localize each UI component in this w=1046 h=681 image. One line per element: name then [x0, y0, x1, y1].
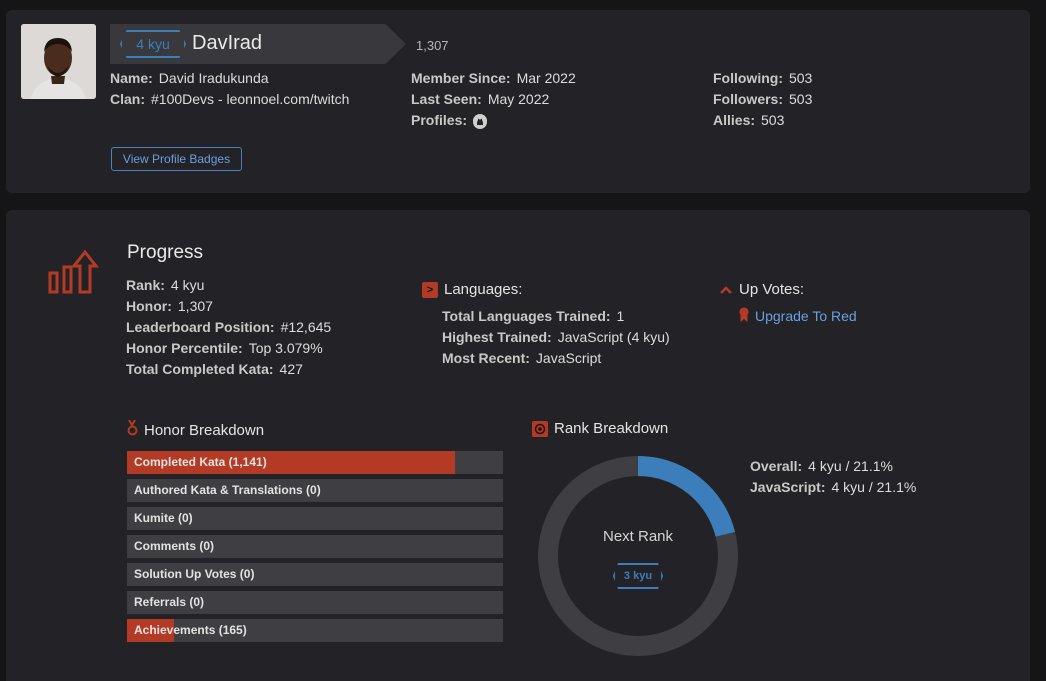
profile-dates-column: Member Since: Mar 2022 Last Seen: May 2022… [411, 68, 576, 131]
github-icon[interactable] [473, 113, 488, 129]
honor-breakdown-header: Honor Breakdown [127, 419, 265, 440]
honor-bar-label: Authored Kata & Translations (0) [134, 483, 321, 497]
chevron-up-icon [719, 282, 733, 298]
followers-label: Followers: [713, 91, 784, 107]
honor-bar: Referrals (0) [127, 591, 503, 614]
followers-value[interactable]: 503 [789, 91, 812, 107]
name-value: David Iradukunda [158, 70, 269, 86]
honor-bar: Achievements (165) [127, 619, 503, 642]
following-label: Following: [713, 70, 783, 86]
honor-bar-label: Solution Up Votes (0) [134, 567, 255, 581]
name-banner: 4 kyu DavIrad [110, 24, 406, 64]
upgrade-to-red-link[interactable]: Upgrade To Red [739, 307, 857, 325]
honor-bar: Kumite (0) [127, 507, 503, 530]
rank-breakdown-title: Rank Breakdown [554, 420, 669, 437]
medal-icon [127, 419, 138, 440]
honor-score: 1,307 [416, 38, 449, 53]
leaderboard-value: #12,645 [280, 319, 332, 335]
most-recent-label: Most Recent: [442, 350, 530, 366]
percentile-label: Honor Percentile: [126, 340, 243, 356]
social-stats-column: Following: 503 Followers: 503 Allies: 503 [713, 68, 812, 131]
clan-label: Clan: [110, 91, 145, 107]
honor-bar-label: Kumite (0) [134, 511, 193, 525]
completed-kata-value: 427 [279, 361, 303, 377]
terminal-icon: > [422, 281, 438, 298]
rank-progress-donut [538, 456, 738, 656]
rank-label: Rank: [126, 277, 165, 293]
next-rank-badge-text: 3 kyu [623, 570, 653, 582]
rank-badge: 4 kyu [120, 30, 186, 58]
total-languages-label: Total Languages Trained: [442, 308, 611, 324]
up-votes-title: Up Votes: [739, 281, 805, 298]
avatar[interactable] [21, 24, 96, 99]
next-rank-label: Next Rank [602, 528, 674, 545]
honor-breakdown-title: Honor Breakdown [144, 421, 265, 439]
progress-stats: Rank: 4 kyu Honor: 1,307 Leaderboard Posit… [126, 275, 331, 380]
javascript-value: 4 kyu / 21.1% [831, 479, 917, 495]
following-value[interactable]: 503 [789, 70, 812, 86]
up-votes-header: Up Votes: [719, 281, 804, 298]
highest-trained-label: Highest Trained: [442, 329, 552, 345]
name-label: Name: [110, 70, 153, 86]
honor-bar-label: Achievements (165) [134, 623, 247, 637]
member-since-label: Member Since: [411, 70, 511, 86]
overall-label: Overall: [750, 458, 803, 474]
ribbon-icon [739, 307, 749, 325]
last-seen-value: May 2022 [487, 91, 550, 107]
profiles-label: Profiles: [411, 112, 468, 128]
clan-value: #100Devs - leonnoel.com/twitch [151, 91, 350, 107]
member-since-value: Mar 2022 [516, 70, 576, 86]
honor-bar-label: Comments (0) [134, 539, 215, 553]
allies-label: Allies: [713, 112, 756, 128]
percentile-value: Top 3.079% [248, 340, 323, 356]
allies-value[interactable]: 503 [761, 112, 784, 128]
target-icon [532, 420, 548, 437]
honor-value: 1,307 [177, 298, 213, 314]
honor-bar: Authored Kata & Translations (0) [127, 479, 503, 502]
total-languages-value: 1 [616, 308, 625, 324]
progress-card: Progress Rank: 4 kyu Honor: 1,307 Leaderbo… [6, 210, 1030, 681]
overall-value: 4 kyu / 21.1% [808, 458, 893, 474]
honor-breakdown-bars: Completed Kata (1,141) Authored Kata & Tr… [127, 451, 503, 647]
honor-bar: Completed Kata (1,141) [127, 451, 503, 474]
javascript-label: JavaScript: [750, 479, 826, 495]
leaderboard-label: Leaderboard Position: [126, 319, 275, 335]
most-recent-value: JavaScript [535, 350, 602, 366]
rank-breakdown-header: Rank Breakdown [532, 420, 668, 437]
honor-bar: Comments (0) [127, 535, 503, 558]
completed-kata-label: Total Completed Kata: [126, 361, 274, 377]
languages-title: Languages: [444, 281, 523, 298]
honor-bar: Solution Up Votes (0) [127, 563, 503, 586]
progress-title: Progress [127, 242, 204, 263]
profile-card: 4 kyu DavIrad 1,307 Name: David Iradukund… [6, 10, 1030, 193]
next-rank-badge: 3 kyu [613, 563, 663, 589]
upgrade-to-red-text[interactable]: Upgrade To Red [755, 308, 857, 324]
rank-badge-text: 4 kyu [136, 36, 170, 52]
view-profile-badges-button[interactable]: View Profile Badges [111, 147, 242, 171]
honor-bar-label: Completed Kata (1,141) [134, 455, 267, 469]
rank-stats: Overall: 4 kyu / 21.1% JavaScript: 4 kyu /… [750, 456, 916, 498]
languages-header: > Languages: [422, 281, 522, 298]
username: DavIrad [192, 32, 263, 54]
rank-value: 4 kyu [170, 277, 205, 293]
honor-bar-label: Referrals (0) [134, 595, 205, 609]
honor-label: Honor: [126, 298, 172, 314]
languages-stats: Total Languages Trained: 1 Highest Traine… [442, 306, 670, 369]
progress-chart-icon [48, 248, 102, 301]
highest-trained-value: JavaScript (4 kyu) [557, 329, 670, 345]
last-seen-label: Last Seen: [411, 91, 482, 107]
profile-info-column: Name: David Iradukunda Clan: #100Devs - le… [110, 68, 349, 110]
